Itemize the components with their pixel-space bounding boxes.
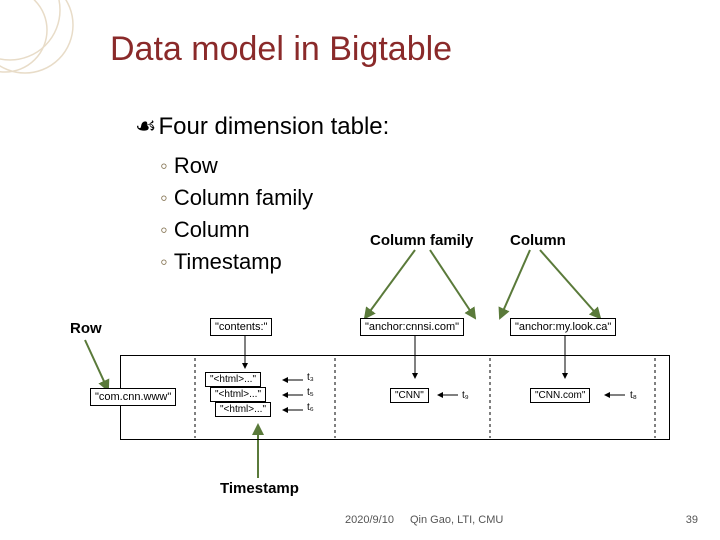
ts-t8: t₈	[630, 390, 637, 401]
sub-bullet-icon: ◦	[160, 249, 168, 274]
cell-html-1: "<html>..."	[205, 372, 261, 387]
bullet-icon: ☙	[135, 114, 157, 140]
sub-bullet-icon: ◦	[160, 185, 168, 210]
ts-t9: t₉	[462, 390, 469, 401]
footer-date: 2020/9/10	[345, 514, 394, 526]
main-bullet: ☙Four dimension table:	[135, 112, 389, 141]
cell-html-2: "<html>..."	[210, 387, 266, 402]
sub-item-row: ◦Row	[160, 150, 313, 182]
label-column: Column	[510, 232, 566, 249]
sub-bullet-icon: ◦	[160, 217, 168, 242]
sub-item-label: Column	[174, 217, 250, 242]
cell-cnn: "CNN"	[390, 388, 429, 403]
label-column-family: Column family	[370, 232, 473, 249]
footer-author: Qin Gao, LTI, CMU	[410, 514, 503, 526]
label-timestamp: Timestamp	[220, 480, 299, 497]
sub-bullet-icon: ◦	[160, 153, 168, 178]
sub-item-label: Column family	[174, 185, 313, 210]
main-bullet-text: Four dimension table:	[159, 113, 390, 140]
bigtable-diagram: "contents:" "anchor:cnnsi.com" "anchor:m…	[100, 310, 680, 470]
sub-item-col: ◦Column	[160, 214, 313, 246]
cell-html-3: "<html>..."	[215, 402, 271, 417]
label-row: Row	[70, 320, 102, 337]
footer-page-number: 39	[686, 514, 698, 526]
ts-t5: t₅	[307, 387, 314, 398]
header-anchor-mylook: "anchor:my.look.ca"	[510, 318, 616, 336]
row-key: "com.cnn.www"	[90, 388, 176, 406]
corner-decoration	[0, 0, 90, 90]
sub-item-label: Timestamp	[174, 249, 282, 274]
cell-cnn-com: "CNN.com"	[530, 388, 590, 403]
header-anchor-cnnsi: "anchor:cnnsi.com"	[360, 318, 464, 336]
header-contents: "contents:"	[210, 318, 272, 336]
ts-t6: t₆	[307, 402, 314, 413]
sub-bullet-list: ◦Row ◦Column family ◦Column ◦Timestamp	[160, 150, 313, 278]
ts-t3: t₃	[307, 372, 314, 383]
sub-item-ts: ◦Timestamp	[160, 246, 313, 278]
sub-item-label: Row	[174, 153, 218, 178]
slide-title: Data model in Bigtable	[110, 30, 452, 69]
sub-item-cf: ◦Column family	[160, 182, 313, 214]
